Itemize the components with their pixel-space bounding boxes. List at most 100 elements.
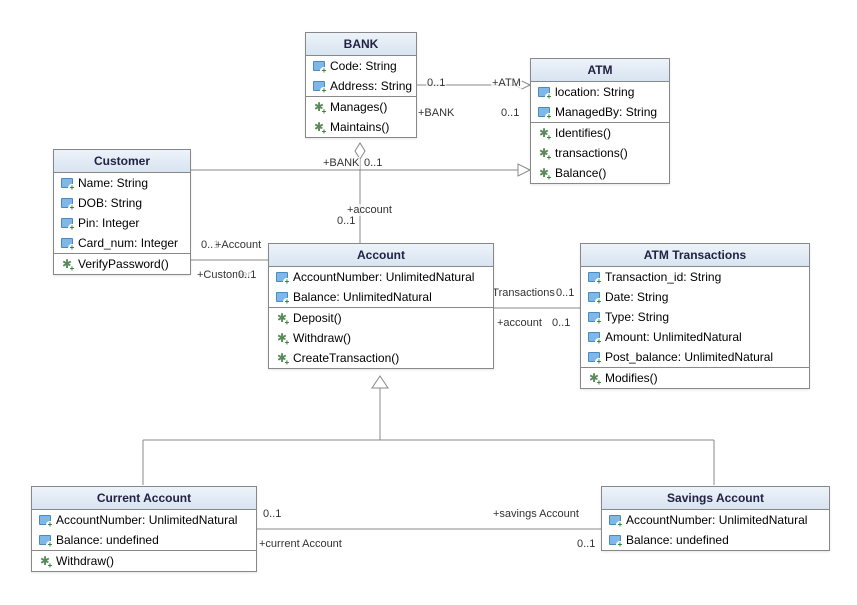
class-current-account[interactable]: Current Account AccountNumber: Unlimited… (31, 486, 257, 572)
attribute-row: AccountNumber: UnlimitedNatural (32, 510, 256, 530)
attribute-row: Transaction_id: String (581, 267, 809, 287)
operation-row: Withdraw() (269, 328, 493, 348)
label-cur-sav-mult1: 0..1 (262, 508, 282, 520)
operation-text: Identifies() (555, 126, 611, 140)
label-cur-sav-mult2: 0..1 (576, 538, 596, 550)
attribute-text: Date: String (605, 290, 668, 304)
attribute-row: Name: String (54, 173, 190, 193)
attribute-text: Type: String (605, 310, 669, 324)
label-bank-atm-mult2: 0..1 (500, 107, 520, 119)
attribute-text: Card_num: Integer (78, 236, 178, 250)
attribute-row: AccountNumber: UnlimitedNatural (269, 267, 493, 287)
attribute-icon (275, 270, 289, 284)
operations-section: Modifies() (581, 368, 809, 388)
operation-icon (312, 100, 326, 114)
operations-section: Identifies() transactions() Balance() (531, 123, 669, 183)
attribute-icon (60, 196, 74, 210)
attribute-text: AccountNumber: UnlimitedNatural (56, 513, 237, 527)
operation-icon (537, 166, 551, 180)
operations-section: Deposit() Withdraw() CreateTransaction() (269, 308, 493, 368)
operation-text: Maintains() (330, 120, 389, 134)
operations-section: Withdraw() (32, 551, 256, 571)
operation-text: Withdraw() (293, 331, 351, 345)
attributes-section: location: String ManagedBy: String (531, 82, 669, 123)
class-title: Account (269, 244, 493, 267)
operation-text: VerifyPassword() (78, 257, 169, 271)
attribute-icon (275, 290, 289, 304)
operation-row: Modifies() (581, 368, 809, 388)
attribute-text: Post_balance: UnlimitedNatural (605, 350, 773, 364)
attribute-text: Code: String (330, 59, 397, 73)
operations-section: Manages() Maintains() (306, 97, 416, 137)
attribute-row: Balance: undefined (602, 530, 829, 550)
attribute-row: Card_num: Integer (54, 233, 190, 253)
label-acc-trans-mult2: 0..1 (551, 317, 571, 329)
attribute-text: Transaction_id: String (605, 270, 721, 284)
label-cust-acc-mult2: 0..1 (237, 269, 257, 281)
attribute-icon (537, 85, 551, 99)
attribute-icon (608, 513, 622, 527)
attribute-icon (587, 310, 601, 324)
operation-icon (60, 257, 74, 271)
label-cur-sav-role1: +savings Account (492, 508, 580, 520)
class-atm[interactable]: ATM location: String ManagedBy: String I… (530, 58, 670, 184)
class-atm-transactions[interactable]: ATM Transactions Transaction_id: String … (580, 243, 810, 389)
attribute-row: Type: String (581, 307, 809, 327)
attribute-row: Address: String (306, 76, 416, 96)
operation-text: Balance() (555, 166, 606, 180)
attribute-text: Name: String (78, 176, 148, 190)
attribute-icon (312, 59, 326, 73)
attribute-icon (587, 330, 601, 344)
label-bank-acc-role1: +BANK (322, 157, 360, 169)
attribute-text: Pin: Integer (78, 216, 139, 230)
operation-text: Modifies() (605, 371, 658, 385)
attribute-icon (587, 350, 601, 364)
attribute-row: Pin: Integer (54, 213, 190, 233)
class-title: ATM Transactions (581, 244, 809, 267)
attribute-text: ManagedBy: String (555, 105, 657, 119)
attribute-text: Balance: undefined (626, 533, 729, 547)
label-cur-sav-role2: +current Account (258, 538, 343, 550)
attribute-text: Balance: UnlimitedNatural (293, 290, 432, 304)
operation-row: Deposit() (269, 308, 493, 328)
attribute-text: location: String (555, 85, 634, 99)
label-bank-acc-mult2: 0..1 (336, 215, 356, 227)
attribute-row: DOB: String (54, 193, 190, 213)
operation-icon (312, 120, 326, 134)
attribute-icon (312, 79, 326, 93)
operation-row: transactions() (531, 143, 669, 163)
operation-icon (275, 331, 289, 345)
attributes-section: Code: String Address: String (306, 56, 416, 97)
attribute-icon (608, 533, 622, 547)
attribute-row: Balance: UnlimitedNatural (269, 287, 493, 307)
attribute-icon (587, 290, 601, 304)
attribute-text: Amount: UnlimitedNatural (605, 330, 742, 344)
attributes-section: Name: String DOB: String Pin: Integer Ca… (54, 173, 190, 254)
label-bank-atm-mult1: 0..1 (426, 77, 446, 89)
attribute-text: AccountNumber: UnlimitedNatural (626, 513, 807, 527)
class-title: Savings Account (602, 487, 829, 510)
class-account[interactable]: Account AccountNumber: UnlimitedNatural … (268, 243, 494, 369)
operation-text: Withdraw() (56, 554, 114, 568)
operation-row: CreateTransaction() (269, 348, 493, 368)
attributes-section: Transaction_id: String Date: String Type… (581, 267, 809, 368)
label-acc-trans-role2: +account (496, 317, 543, 329)
attributes-section: AccountNumber: UnlimitedNatural Balance:… (32, 510, 256, 551)
attribute-row: AccountNumber: UnlimitedNatural (602, 510, 829, 530)
operation-row: Maintains() (306, 117, 416, 137)
attribute-icon (38, 513, 52, 527)
operation-row: VerifyPassword() (54, 254, 190, 274)
attribute-icon (38, 533, 52, 547)
operation-icon (587, 371, 601, 385)
attribute-row: Post_balance: UnlimitedNatural (581, 347, 809, 367)
attributes-section: AccountNumber: UnlimitedNatural Balance:… (269, 267, 493, 308)
label-acc-trans-mult1: 0..1 (555, 287, 575, 299)
class-savings-account[interactable]: Savings Account AccountNumber: Unlimited… (601, 486, 830, 551)
class-bank[interactable]: BANK Code: String Address: String Manage… (305, 32, 417, 138)
class-customer[interactable]: Customer Name: String DOB: String Pin: I… (53, 149, 191, 275)
attribute-row: Balance: undefined (32, 530, 256, 550)
class-title: BANK (306, 33, 416, 56)
class-title: Current Account (32, 487, 256, 510)
attribute-row: Date: String (581, 287, 809, 307)
class-title: Customer (54, 150, 190, 173)
